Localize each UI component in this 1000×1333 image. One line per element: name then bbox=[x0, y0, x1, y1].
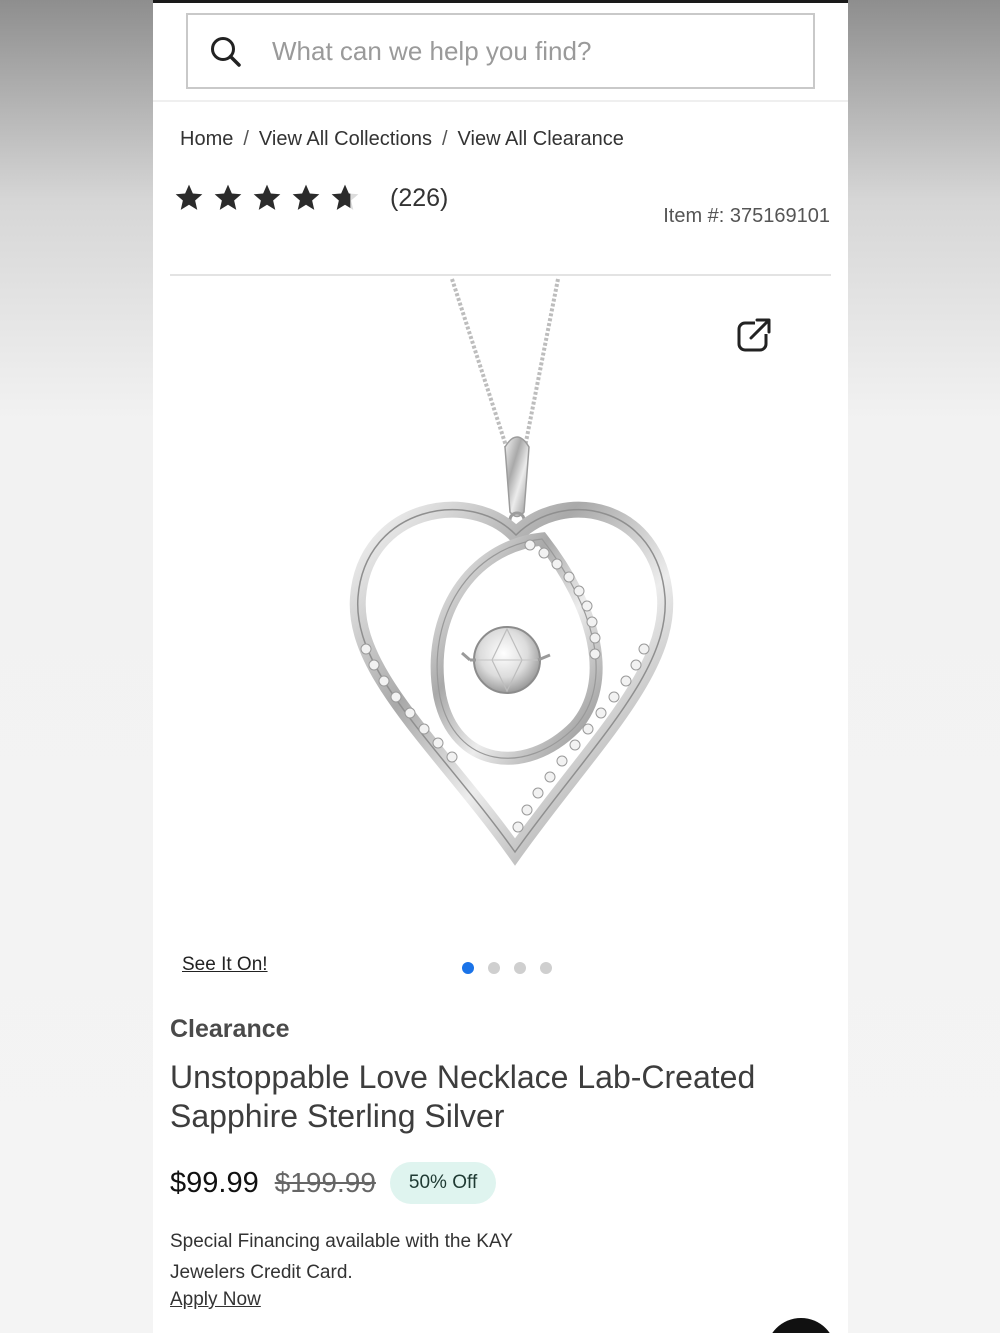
background-right bbox=[848, 0, 1000, 1333]
chat-icon[interactable] bbox=[766, 1318, 836, 1333]
product-tag: Clearance bbox=[170, 1015, 290, 1043]
star-icon bbox=[214, 184, 242, 210]
discount-badge: 50% Off bbox=[389, 1162, 497, 1204]
search-input[interactable] bbox=[272, 29, 792, 73]
product-image-necklace[interactable] bbox=[170, 277, 831, 937]
carousel-dot[interactable] bbox=[488, 962, 500, 974]
breadcrumb-clearance[interactable]: View All Clearance bbox=[458, 128, 624, 151]
divider bbox=[153, 100, 848, 102]
search-bar[interactable] bbox=[186, 13, 815, 89]
item-number: Item #: 375169101 bbox=[663, 205, 830, 227]
carousel-dot[interactable] bbox=[462, 962, 474, 974]
breadcrumb-separator: / bbox=[441, 128, 448, 150]
divider bbox=[170, 274, 831, 276]
apply-now-link[interactable]: Apply Now bbox=[170, 1289, 261, 1311]
carousel-dots bbox=[462, 962, 566, 974]
search-icon[interactable] bbox=[208, 34, 244, 70]
sale-price: $99.99 bbox=[170, 1166, 259, 1199]
mobile-page: Home / View All Collections / View All C… bbox=[153, 0, 848, 1333]
see-it-on-link[interactable]: See It On! bbox=[182, 954, 268, 976]
background-left bbox=[0, 0, 153, 1333]
financing-text: Special Financing available with the KAY… bbox=[170, 1231, 513, 1283]
star-icon bbox=[175, 184, 203, 210]
breadcrumb-home[interactable]: Home bbox=[180, 128, 233, 151]
review-count[interactable]: (226) bbox=[390, 184, 448, 213]
share-icon[interactable] bbox=[735, 316, 773, 354]
price-row: $99.99 $199.99 50% Off bbox=[170, 1162, 497, 1204]
star-icon bbox=[292, 184, 320, 210]
carousel-dot[interactable] bbox=[514, 962, 526, 974]
original-price: $199.99 bbox=[274, 1167, 376, 1198]
top-edge bbox=[153, 0, 848, 3]
star-half-icon bbox=[331, 184, 359, 210]
breadcrumb: Home / View All Collections / View All C… bbox=[180, 128, 624, 151]
product-title: Unstoppable Love Necklace Lab-Created Sa… bbox=[170, 1059, 756, 1134]
breadcrumb-separator: / bbox=[243, 128, 249, 150]
star-icon bbox=[253, 184, 281, 210]
rating[interactable]: (226) bbox=[173, 182, 448, 214]
carousel-dot[interactable] bbox=[540, 962, 552, 974]
breadcrumb-collections[interactable]: View All Collections bbox=[259, 128, 432, 151]
